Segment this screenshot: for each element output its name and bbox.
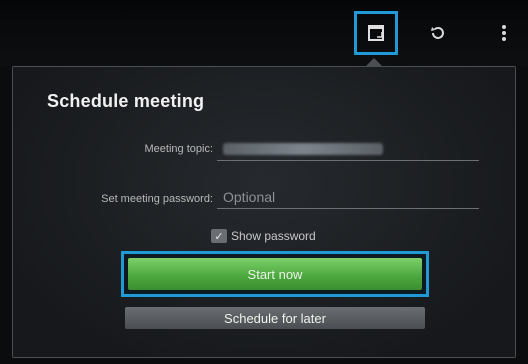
start-now-highlight: Start now <box>121 251 429 297</box>
action-bar <box>0 0 528 66</box>
popup-caret <box>366 58 382 66</box>
meeting-password-input[interactable]: Optional <box>217 185 479 209</box>
refresh-icon[interactable] <box>418 13 458 53</box>
show-password-toggle[interactable]: ✓ Show password <box>211 229 316 243</box>
meeting-password-label: Set meeting password: <box>101 193 213 205</box>
dialog-title: Schedule meeting <box>47 91 205 111</box>
meeting-topic-label: Meeting topic: <box>144 143 213 155</box>
schedule-later-button[interactable]: Schedule for later <box>125 307 425 329</box>
window-icon[interactable] <box>354 11 398 55</box>
schedule-meeting-dialog: Schedule meeting Meeting topic: Set meet… <box>12 66 516 358</box>
overflow-menu-icon[interactable] <box>494 13 514 53</box>
meeting-topic-value <box>223 143 383 155</box>
meeting-topic-input[interactable] <box>217 137 479 161</box>
checkmark-icon[interactable]: ✓ <box>211 229 227 243</box>
start-now-button[interactable]: Start now <box>128 258 422 290</box>
show-password-label: Show password <box>231 229 316 243</box>
